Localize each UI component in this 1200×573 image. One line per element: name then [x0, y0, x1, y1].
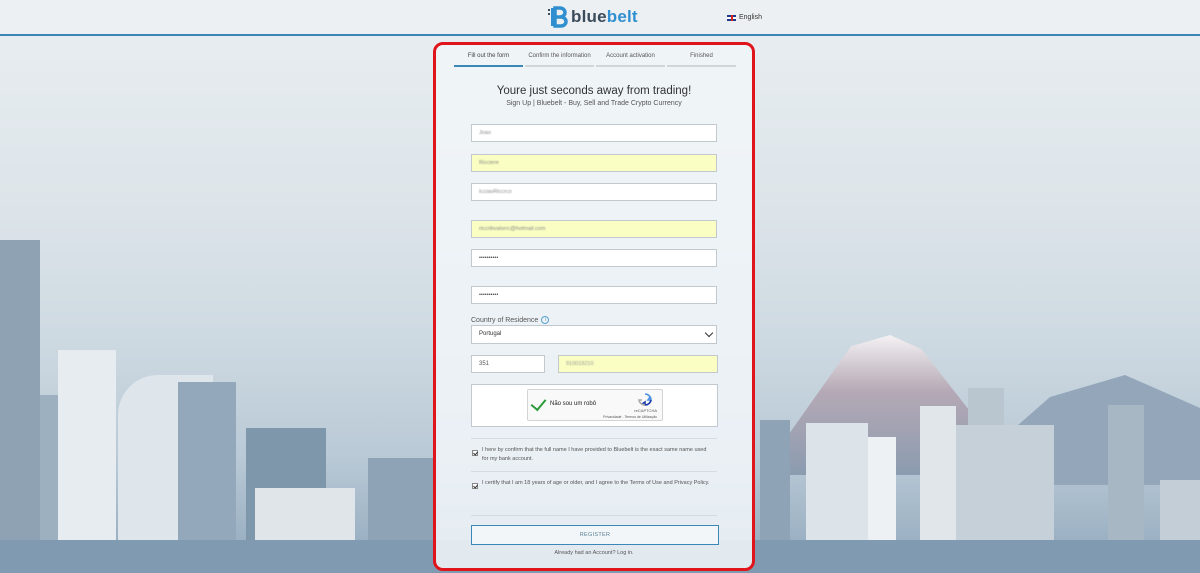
checkmark-icon[interactable] [530, 394, 547, 412]
brand-logo[interactable]: bluebelt [548, 5, 638, 29]
country-label: Country of Residence i [471, 316, 550, 324]
chevron-down-icon [704, 328, 714, 338]
captcha-container: Não sou um robô reCAPTCHA Privacidade - … [471, 384, 718, 427]
step-confirm-info: Confirm the information [525, 51, 594, 67]
last-name-input[interactable]: Ricciere [471, 154, 717, 172]
recaptcha-brand: reCAPTCHA [634, 408, 657, 413]
country-label-text: Country of Residence [471, 316, 539, 324]
phone-code-input[interactable]: 351 [471, 355, 545, 373]
email-input[interactable]: riccribvalorrc@hotmail.com [471, 220, 717, 238]
step-finished: Finished [667, 51, 736, 67]
confirm-age-text: I certify that I am 18 years of age or o… [482, 480, 710, 486]
form-subheading: Sign Up | Bluebelt - Buy, Sell and Trade… [506, 100, 682, 107]
top-bar: bluebelt English [0, 0, 1200, 36]
uk-flag-icon [727, 14, 736, 21]
divider [471, 438, 717, 439]
registration-panel: Fill out the form Confirm the informatio… [433, 42, 755, 571]
language-label: English [739, 14, 762, 21]
recaptcha-widget[interactable]: Não sou um robô reCAPTCHA Privacidade - … [527, 389, 663, 421]
password-confirm-input[interactable]: •••••••••• [471, 286, 717, 304]
divider [471, 471, 717, 472]
confirm-age-checkbox[interactable] [472, 483, 478, 489]
info-icon[interactable]: i [541, 316, 550, 324]
step-account-activation: Account activation [596, 51, 665, 67]
register-button[interactable]: REGISTER [471, 525, 719, 545]
login-link[interactable]: Already had an Account? Log in. [436, 550, 752, 556]
confirm-name-checkbox[interactable] [472, 450, 478, 456]
recaptcha-logo-icon [638, 393, 652, 406]
form-heading: Youre just seconds away from trading! [496, 85, 692, 97]
phone-number-input[interactable]: 910019210 [558, 355, 718, 373]
step-fill-form: Fill out the form [454, 51, 523, 67]
country-select[interactable]: Portugal [471, 325, 717, 344]
username-input[interactable]: IcciaoRiccrco [471, 183, 717, 201]
language-selector[interactable]: English [727, 14, 762, 21]
brand-name: bluebelt [571, 7, 638, 26]
divider [471, 515, 717, 516]
country-value: Portugal [479, 331, 502, 337]
password-input[interactable]: •••••••••• [471, 249, 717, 267]
recaptcha-terms[interactable]: Privacidade - Termos de Utilização [603, 415, 657, 419]
bluebelt-logo-icon [548, 6, 568, 28]
first-name-input[interactable]: Joao [471, 124, 717, 142]
captcha-label: Não sou um robô [550, 401, 597, 407]
progress-steps: Fill out the form Confirm the informatio… [454, 51, 738, 67]
confirm-name-text: I here by confirm that the full name I h… [482, 447, 707, 462]
